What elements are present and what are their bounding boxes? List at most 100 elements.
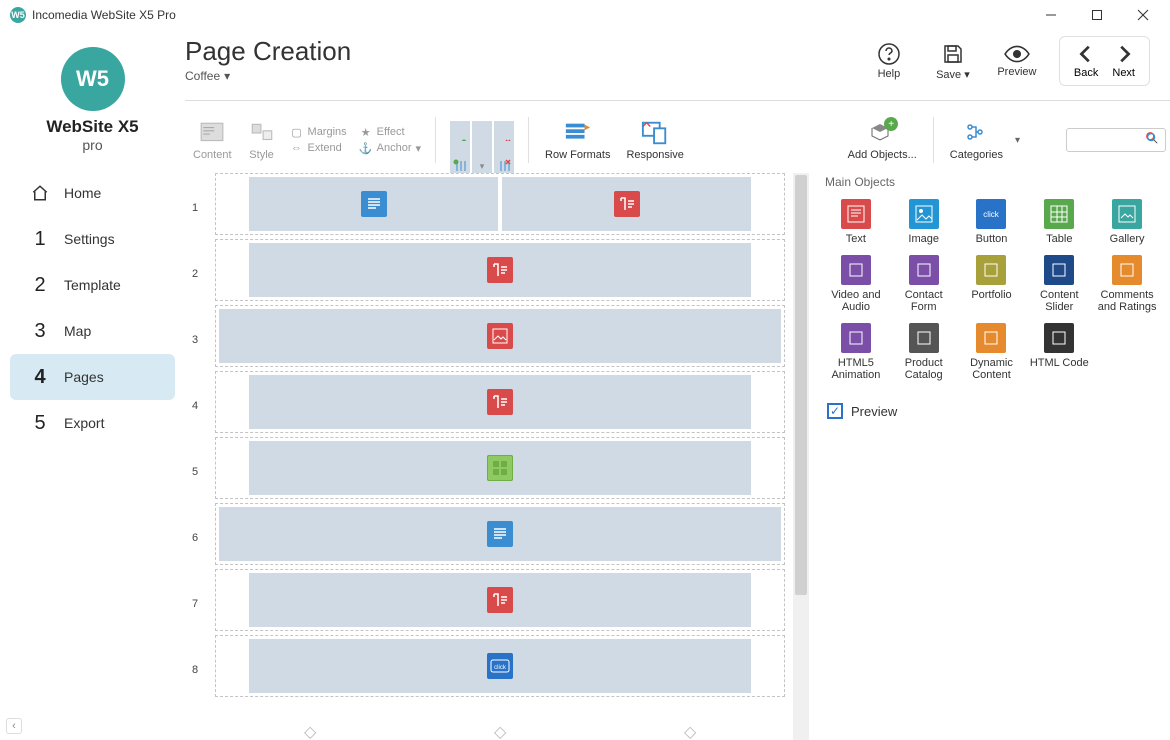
sidebar-item-pages[interactable]: 4Pages (10, 354, 175, 400)
page-cell[interactable] (249, 375, 751, 429)
object-label: HTML Code (1030, 357, 1089, 369)
tb-add-objects[interactable]: + Add Objects... (844, 119, 921, 161)
object-icon (909, 255, 939, 285)
object-label: Gallery (1110, 233, 1145, 245)
object-html5-animation[interactable]: HTML5 Animation (823, 321, 889, 383)
sidebar-item-home[interactable]: Home (10, 170, 175, 216)
preview-checkbox[interactable]: ✓ Preview (823, 403, 1160, 419)
row-number: 2 (185, 268, 205, 280)
chevron-left-icon (1075, 43, 1097, 65)
object-button[interactable]: clickButton (959, 197, 1025, 247)
tb-effect[interactable]: ★Effect (359, 125, 421, 139)
objects-panel: Main Objects TextImageclickButtonTableGa… (817, 173, 1170, 740)
page-row[interactable] (215, 173, 785, 235)
page-cell[interactable] (249, 177, 498, 231)
search-box[interactable] (1066, 128, 1166, 152)
object-icon (841, 255, 871, 285)
chevron-down-icon: ▾ (224, 69, 230, 83)
object-product-catalog[interactable]: Product Catalog (891, 321, 957, 383)
row-number: 4 (185, 400, 205, 412)
effect-icon: ★ (359, 125, 373, 139)
anchor-marker-icon[interactable]: ◇ (494, 722, 506, 734)
anchor-marker-icon[interactable]: ◇ (684, 722, 696, 734)
page-row[interactable] (215, 371, 785, 433)
page-cell[interactable] (249, 573, 751, 627)
page-row[interactable] (215, 239, 785, 301)
object-contact-form[interactable]: Contact Form (891, 253, 957, 315)
page-subtitle-dropdown[interactable]: Coffee ▾ (185, 69, 230, 83)
object-label: Comments and Ratings (1096, 289, 1158, 313)
object-html-code[interactable]: HTML Code (1026, 321, 1092, 383)
categories-icon (962, 119, 990, 147)
page-row[interactable] (215, 305, 785, 367)
header: Page Creation Coffee ▾ Help Save ▾ Previ (185, 30, 1170, 90)
minimize-button[interactable] (1028, 0, 1074, 30)
margins-icon: ▢ (290, 125, 304, 139)
object-portfolio[interactable]: Portfolio (959, 253, 1025, 315)
object-table[interactable]: Table (1026, 197, 1092, 247)
row-number: 6 (185, 532, 205, 544)
row-number: 3 (185, 334, 205, 346)
tb-margins[interactable]: ▢Margins (290, 125, 347, 139)
object-label: Image (908, 233, 939, 245)
object-video-and-audio[interactable]: Video and Audio (823, 253, 889, 315)
next-button[interactable]: Next (1112, 43, 1135, 79)
save-icon (941, 42, 965, 66)
object-text[interactable]: Text (823, 197, 889, 247)
object-icon (841, 199, 871, 229)
column-anchors: ◇ ◇ ◇ (215, 722, 785, 740)
maximize-button[interactable] (1074, 0, 1120, 30)
object-comments-and-ratings[interactable]: Comments and Ratings (1094, 253, 1160, 315)
tb-margins-extend: ▢Margins ⇔Extend (288, 125, 349, 155)
sidebar-item-label: Map (64, 323, 91, 339)
help-button[interactable]: Help (867, 42, 911, 80)
tb-categories[interactable]: Categories (946, 119, 1007, 161)
tb-anchor[interactable]: ⚓Anchor ▾ (359, 141, 421, 155)
object-label: Portfolio (971, 289, 1011, 301)
sidebar-item-settings[interactable]: 1Settings (10, 216, 175, 262)
close-button[interactable] (1120, 0, 1166, 30)
tb-row-formats[interactable]: Row Formats (541, 119, 614, 161)
main-area: Page Creation Coffee ▾ Help Save ▾ Previ (185, 30, 1170, 740)
tb-style[interactable]: Style (244, 119, 280, 161)
sidebar-item-template[interactable]: 2Template (10, 262, 175, 308)
page-canvas[interactable]: click ◇ ◇ ◇ 12345678 (185, 173, 785, 740)
page-cell[interactable] (249, 441, 751, 495)
tb-responsive[interactable]: Responsive (622, 119, 687, 161)
home-icon (30, 183, 50, 203)
object-image[interactable]: Image (891, 197, 957, 247)
sidebar-item-map[interactable]: 3Map (10, 308, 175, 354)
page-row[interactable] (215, 569, 785, 631)
tb-content[interactable]: Content (189, 119, 236, 161)
object-icon (1112, 199, 1142, 229)
logo-badge: W5 (61, 47, 125, 111)
object-label: Product Catalog (893, 357, 955, 381)
object-gallery[interactable]: Gallery (1094, 197, 1160, 247)
anchor-icon: ⚓ (359, 141, 373, 155)
sidebar-item-export[interactable]: 5Export (10, 400, 175, 446)
preview-button[interactable]: Preview (995, 44, 1039, 78)
page-cell[interactable] (219, 507, 781, 561)
page-cell[interactable] (502, 177, 751, 231)
categories-dropdown-icon[interactable]: ▾ (1015, 135, 1020, 146)
sidebar-item-label: Template (64, 277, 121, 293)
page-row[interactable] (215, 437, 785, 499)
save-button[interactable]: Save ▾ (931, 42, 975, 81)
row-number: 8 (185, 664, 205, 676)
tb-extend[interactable]: ⇔Extend (290, 141, 347, 155)
page-cell[interactable] (249, 243, 751, 297)
object-icon (1112, 255, 1142, 285)
page-cell[interactable] (219, 309, 781, 363)
page-title: Page Creation (185, 36, 847, 67)
object-content-slider[interactable]: Content Slider (1026, 253, 1092, 315)
canvas-scrollbar[interactable] (793, 173, 809, 740)
page-cell[interactable]: click (249, 639, 751, 693)
page-row[interactable]: click (215, 635, 785, 697)
back-button[interactable]: Back (1074, 43, 1098, 79)
anchor-marker-icon[interactable]: ◇ (304, 722, 316, 734)
page-row[interactable] (215, 503, 785, 565)
search-input[interactable] (1071, 134, 1141, 146)
collapse-sidebar-button[interactable]: ‹ (6, 718, 22, 734)
object-dynamic-content[interactable]: Dynamic Content (959, 321, 1025, 383)
logo-edition: pro (82, 137, 102, 153)
